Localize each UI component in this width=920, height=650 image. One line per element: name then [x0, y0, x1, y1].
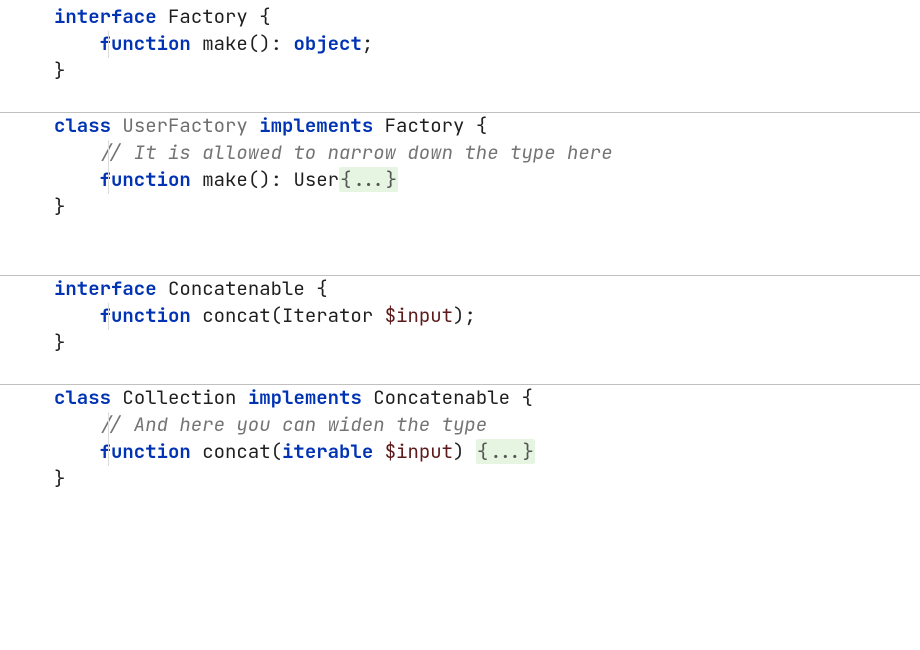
function-name: concat — [202, 439, 270, 464]
param-var: $input — [385, 439, 453, 464]
space — [464, 439, 475, 464]
keyword-implements: implements — [248, 385, 362, 410]
paren-close: ) — [453, 439, 464, 464]
colon: : — [271, 167, 282, 192]
comment: // It is allowed to narrow down the type… — [100, 140, 613, 165]
code-line[interactable]: // And here you can widen the type — [54, 412, 920, 439]
code-line[interactable]: } — [54, 58, 920, 85]
brace-close: } — [54, 466, 65, 491]
fold-marker[interactable]: {...} — [339, 167, 398, 192]
param-type: iterable — [282, 439, 373, 464]
brace-close: } — [54, 58, 65, 83]
code-line[interactable]: class Collection implements Concatenable… — [54, 385, 920, 412]
parentheses: () — [248, 31, 271, 56]
parentheses: () — [248, 167, 271, 192]
code-line[interactable]: } — [54, 466, 920, 493]
type-name: Concatenable — [168, 276, 305, 301]
class-name: Collection — [122, 385, 236, 410]
keyword-implements: implements — [259, 113, 373, 138]
code-block-3: interface Concatenable { function concat… — [0, 276, 920, 384]
interface-name: Concatenable — [373, 385, 510, 410]
brace-close: } — [54, 330, 65, 355]
brace-close: } — [54, 194, 65, 219]
semicolon: ; — [362, 31, 373, 56]
blank-line — [54, 357, 920, 384]
semicolon: ; — [464, 303, 475, 328]
brace-open: { — [259, 4, 270, 29]
comment: // And here you can widen the type — [100, 412, 488, 437]
code-line[interactable]: // It is allowed to narrow down the type… — [54, 140, 920, 167]
spacer — [0, 221, 920, 275]
indent-guide — [108, 140, 109, 167]
keyword-function: function — [100, 439, 191, 464]
code-line[interactable]: class UserFactory implements Factory { — [54, 113, 920, 140]
return-type: User — [293, 167, 339, 192]
code-line[interactable]: function concat(Iterator $input); — [54, 303, 920, 330]
brace-open: { — [476, 113, 487, 138]
blank-line — [54, 85, 920, 112]
brace-open: { — [521, 385, 532, 410]
interface-name: Factory — [385, 113, 465, 138]
keyword-function: function — [100, 167, 191, 192]
keyword-class: class — [54, 113, 111, 138]
paren-open: ( — [271, 439, 282, 464]
keyword-function: function — [100, 303, 191, 328]
code-editor: interface Factory { function make(): obj… — [0, 0, 920, 493]
indent-guide — [108, 31, 109, 58]
code-line[interactable]: function concat(iterable $input) {...} — [54, 439, 920, 466]
code-block-1: interface Factory { function make(): obj… — [0, 4, 920, 112]
param-var: $input — [385, 303, 453, 328]
class-name: UserFactory — [122, 113, 247, 138]
code-line[interactable]: function make(): object; — [54, 31, 920, 58]
function-name: concat — [202, 303, 270, 328]
code-line[interactable]: } — [54, 194, 920, 221]
function-name: make — [202, 31, 248, 56]
code-line[interactable]: function make(): User{...} — [54, 167, 920, 194]
return-type: object — [293, 31, 361, 56]
type-name: Factory — [168, 4, 248, 29]
code-block-4: class Collection implements Concatenable… — [0, 385, 920, 493]
keyword-class: class — [54, 385, 111, 410]
indent-guide — [108, 167, 109, 194]
indent-guide — [108, 303, 109, 330]
keyword-interface: interface — [54, 276, 157, 301]
paren-open: ( — [271, 303, 282, 328]
paren-close: ) — [453, 303, 464, 328]
function-name: make — [202, 167, 248, 192]
keyword-interface: interface — [54, 4, 157, 29]
code-line[interactable]: } — [54, 330, 920, 357]
colon: : — [271, 31, 282, 56]
indent-guide — [108, 439, 109, 466]
code-line[interactable]: interface Concatenable { — [54, 276, 920, 303]
brace-open: { — [316, 276, 327, 301]
fold-marker[interactable]: {...} — [476, 439, 535, 464]
indent-guide — [108, 412, 109, 439]
keyword-function: function — [100, 31, 191, 56]
code-block-2: class UserFactory implements Factory { /… — [0, 113, 920, 221]
code-line[interactable]: interface Factory { — [54, 4, 920, 31]
param-type: Iterator — [282, 303, 373, 328]
